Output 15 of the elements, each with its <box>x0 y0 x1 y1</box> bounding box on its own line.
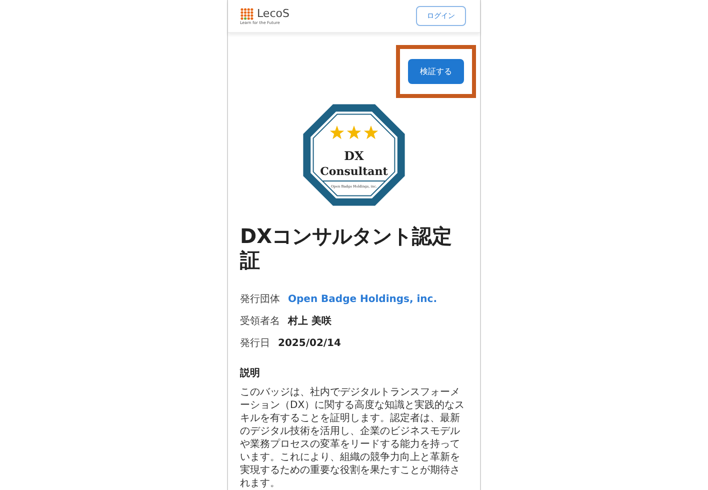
logo-icon <box>240 8 254 20</box>
detail-value: 2025/02/14 <box>278 338 341 349</box>
detail-label: 発行団体 <box>240 293 280 306</box>
verify-button[interactable]: 検証する <box>408 59 464 84</box>
star-icon <box>330 126 344 140</box>
detail-label: 発行日 <box>240 337 270 350</box>
star-icon <box>346 126 362 140</box>
description-heading: 説明 <box>240 366 261 380</box>
issuer-link[interactable]: Open Badge Holdings, inc. <box>288 294 438 305</box>
certificate-title: DXコンサルタント認定証 <box>240 224 454 272</box>
detail-label: 受領者名 <box>240 314 280 328</box>
description-text: このバッジは、社内でデジタルトランスフォーメーション（DX）に関する高度な知識と実践的なスキルを有することを証明します。認定者は、最新のデジタル技術を活用し、企業のビジネスモデルや業務プロセスの変革をリードする能力を持っています。これにより、組織の競争力向上と革新を実現するための重要な役割を果たすことが期待されます。 <box>240 386 466 490</box>
star-icon <box>364 126 378 140</box>
logo-name: LecoS <box>257 7 290 20</box>
detail-value: 村上 美咲 <box>288 314 332 328</box>
